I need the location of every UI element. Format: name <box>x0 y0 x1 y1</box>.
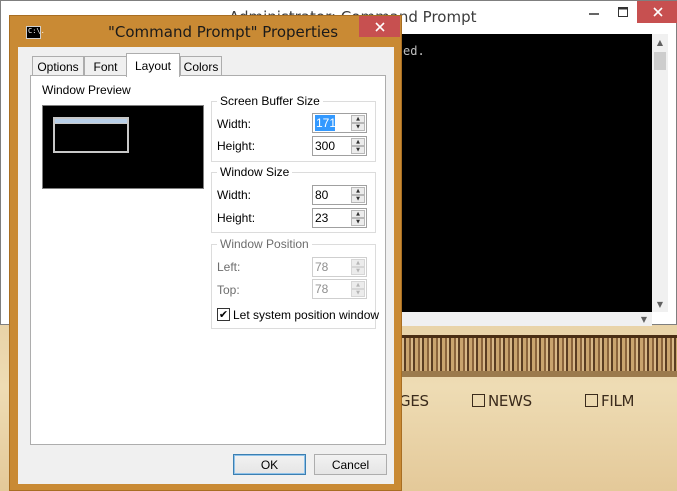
command-prompt-icon: C:\. <box>26 26 45 39</box>
buffer-height-down-arrow-icon[interactable]: ▼ <box>351 146 365 154</box>
window-width-down-arrow-icon[interactable]: ▼ <box>351 195 365 203</box>
window-width-input[interactable] <box>315 187 349 203</box>
background-fringe-band <box>395 371 677 377</box>
buffer-height-up-arrow-icon[interactable]: ▲ <box>351 138 365 146</box>
scroll-down-arrow-icon[interactable]: ▼ <box>652 296 668 312</box>
dialog-titlebar[interactable]: C:\. "Command Prompt" Properties <box>10 16 401 47</box>
ok-button[interactable]: OK <box>233 454 306 475</box>
tab-font-label: Font <box>93 60 118 74</box>
scroll-up-arrow-icon[interactable]: ▲ <box>652 34 668 50</box>
position-left-input <box>315 259 349 275</box>
position-top-down-arrow-icon: ▼ <box>351 289 365 297</box>
buffer-height-spinner[interactable]: ▲ ▼ <box>312 136 367 156</box>
tab-options[interactable]: Options <box>32 56 84 77</box>
tab-colors[interactable]: Colors <box>180 56 222 77</box>
buffer-width-down-arrow-icon[interactable]: ▼ <box>351 123 365 131</box>
window-height-spinner[interactable]: ▲ ▼ <box>312 208 367 228</box>
dialog-title: "Command Prompt" Properties <box>108 23 339 41</box>
buffer-height-input[interactable] <box>315 138 349 154</box>
window-height-up-arrow-icon[interactable]: ▲ <box>351 210 365 218</box>
window-height-input[interactable] <box>315 210 349 226</box>
background-fringe-decoration <box>395 335 677 371</box>
close-icon <box>652 7 663 17</box>
tab-font[interactable]: Font <box>84 56 127 77</box>
window-height-down-arrow-icon[interactable]: ▼ <box>351 218 365 226</box>
position-left-spinner: ▲ ▼ <box>312 257 367 277</box>
window-width-up-arrow-icon[interactable]: ▲ <box>351 187 365 195</box>
buffer-width-spinner[interactable]: ▲ ▼ <box>312 113 367 133</box>
position-left-up-arrow-icon: ▲ <box>351 259 365 267</box>
nav-item-pages[interactable]: GES <box>399 392 429 410</box>
console-line-1-tail: ed. <box>403 44 425 58</box>
scroll-thumb[interactable] <box>654 52 666 70</box>
cancel-button[interactable]: Cancel <box>314 454 387 475</box>
buffer-width-input[interactable] <box>315 115 335 131</box>
nav-film-box-icon <box>585 394 598 407</box>
minimize-icon <box>588 13 599 15</box>
nav-news-box-icon <box>472 394 485 407</box>
nav-item-pages-label: GES <box>399 392 429 410</box>
position-top-up-arrow-icon: ▲ <box>351 281 365 289</box>
nav-item-news[interactable]: NEWS <box>472 392 532 410</box>
scroll-right-arrow-icon[interactable]: ▼ <box>636 312 652 326</box>
tab-colors-label: Colors <box>183 60 219 74</box>
position-top-spinner: ▲ ▼ <box>312 279 367 299</box>
nav-item-news-label: NEWS <box>488 392 532 410</box>
minimize-button[interactable] <box>579 1 608 23</box>
close-icon <box>374 21 385 32</box>
position-top-input <box>315 281 349 297</box>
close-button[interactable] <box>637 1 677 23</box>
window-width-spinner[interactable]: ▲ ▼ <box>312 185 367 205</box>
tab-layout[interactable]: Layout <box>126 53 180 77</box>
tab-options-label: Options <box>37 60 79 74</box>
tab-layout-label: Layout <box>134 58 172 73</box>
nav-item-film[interactable]: FILM <box>585 392 634 410</box>
console-vertical-scrollbar[interactable]: ▲ ▼ <box>652 34 668 312</box>
nav-item-film-label: FILM <box>601 392 635 410</box>
let-system-position-checkbox[interactable]: ✔ <box>217 308 230 321</box>
position-left-down-arrow-icon: ▼ <box>351 267 365 275</box>
maximize-button[interactable] <box>609 1 637 23</box>
command-prompt-icon-text: C:\. <box>28 27 45 35</box>
maximize-icon <box>618 7 628 17</box>
dialog-close-button[interactable] <box>359 16 400 37</box>
buffer-width-up-arrow-icon[interactable]: ▲ <box>351 115 365 123</box>
